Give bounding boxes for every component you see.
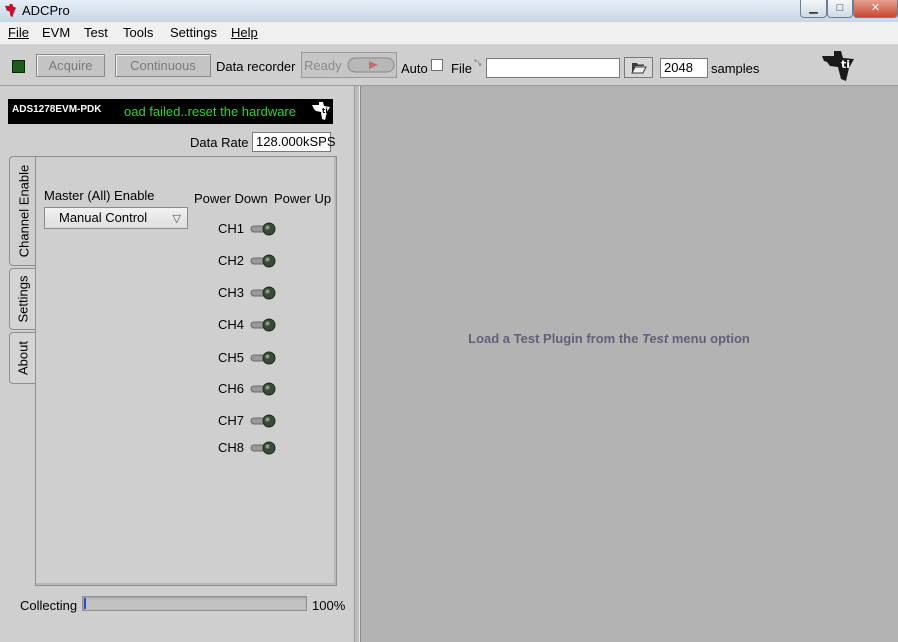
channel-label: CH3	[218, 285, 245, 300]
channel-toggle-switch[interactable]	[250, 284, 278, 302]
menu-tools[interactable]: Tools	[123, 25, 153, 40]
ti-logo-small-icon: ti	[312, 102, 330, 120]
master-enable-label: Master (All) Enable	[44, 188, 155, 203]
power-down-label: Power Down	[194, 191, 268, 206]
samples-label: samples	[711, 61, 760, 76]
maximize-button[interactable]: □	[827, 0, 853, 18]
load-plugin-message: Load a Test Plugin from the Test menu op…	[468, 331, 750, 346]
channel-label: CH1	[218, 221, 245, 236]
menu-test[interactable]: Test	[84, 25, 108, 40]
recorder-status: Ready	[304, 58, 342, 73]
minimize-button[interactable]: ▁	[800, 0, 827, 18]
collecting-progress-fill	[84, 598, 86, 609]
power-up-label: Power Up	[274, 191, 332, 206]
svg-text:ti: ti	[322, 107, 328, 115]
channel-label: CH7	[218, 413, 245, 428]
channel-toggle-switch[interactable]	[250, 349, 278, 367]
samples-input[interactable]: 2048	[660, 58, 708, 78]
master-enable-dropdown[interactable]: Manual Control ▽	[44, 207, 188, 229]
folder-open-icon	[631, 63, 647, 74]
test-plugin-area	[360, 86, 898, 642]
device-status-message: oad failed..reset the hardware	[124, 104, 296, 119]
data-recorder-label: Data recorder	[216, 59, 296, 74]
device-banner: ADS1278EVM-PDK oad failed..reset the har…	[8, 99, 333, 124]
menu-settings[interactable]: Settings	[170, 25, 217, 40]
record-play-icon[interactable]	[347, 56, 395, 74]
browse-folder-button[interactable]	[624, 57, 653, 78]
menu-help[interactable]: Help	[231, 25, 258, 40]
toolbar: Acquire Continuous Data recorder Ready A…	[0, 45, 898, 86]
device-name: ADS1278EVM-PDK	[12, 104, 102, 115]
svg-text:ti: ti	[841, 58, 850, 71]
channel-toggle-switch[interactable]	[250, 316, 278, 334]
continuous-button[interactable]: Continuous	[115, 54, 211, 77]
data-rate-value: 128.000kSPS	[252, 132, 336, 152]
collecting-percent: 100%	[312, 598, 346, 613]
channel-toggle-switch[interactable]	[250, 220, 278, 238]
window-title: ADCPro	[22, 3, 70, 18]
channel-toggle-switch[interactable]	[250, 439, 278, 457]
channel-label: CH5	[218, 350, 245, 365]
tab-channel-enable[interactable]: Channel Enable	[9, 156, 37, 266]
ti-logo-icon: ti	[822, 51, 854, 81]
auto-label: Auto	[401, 61, 428, 76]
acquire-button[interactable]: Acquire	[36, 54, 105, 77]
channel-toggle-switch[interactable]	[250, 412, 278, 430]
path-prefix-icon: ␗	[474, 58, 482, 69]
file-path-input[interactable]	[486, 58, 620, 78]
data-rate-label: Data Rate	[190, 135, 249, 150]
menu-evm[interactable]: EVM	[42, 25, 70, 40]
channel-label: CH8	[218, 440, 245, 455]
file-label: File	[451, 61, 472, 76]
menu-file[interactable]: File	[8, 25, 29, 40]
collecting-progress-bar	[82, 596, 307, 611]
channel-toggle-switch[interactable]	[250, 252, 278, 270]
close-button[interactable]: ✕	[853, 0, 898, 18]
status-led-icon	[12, 60, 25, 73]
app-logo-icon	[4, 3, 17, 18]
tab-about[interactable]: About	[9, 332, 36, 384]
channel-label: CH4	[218, 317, 245, 332]
channel-label: CH2	[218, 253, 245, 268]
channel-label: CH6	[218, 381, 245, 396]
collecting-label: Collecting	[20, 598, 78, 613]
menu-bar: File EVM Test Tools Settings Help	[0, 22, 898, 45]
auto-checkbox[interactable]	[431, 59, 443, 71]
channel-toggle-switch[interactable]	[250, 380, 278, 398]
title-bar: ADCPro ▁ □ ✕	[0, 0, 898, 22]
recorder-status-panel: Ready	[301, 52, 397, 78]
chevron-down-icon: ▽	[172, 213, 181, 225]
tab-settings[interactable]: Settings	[9, 268, 36, 330]
